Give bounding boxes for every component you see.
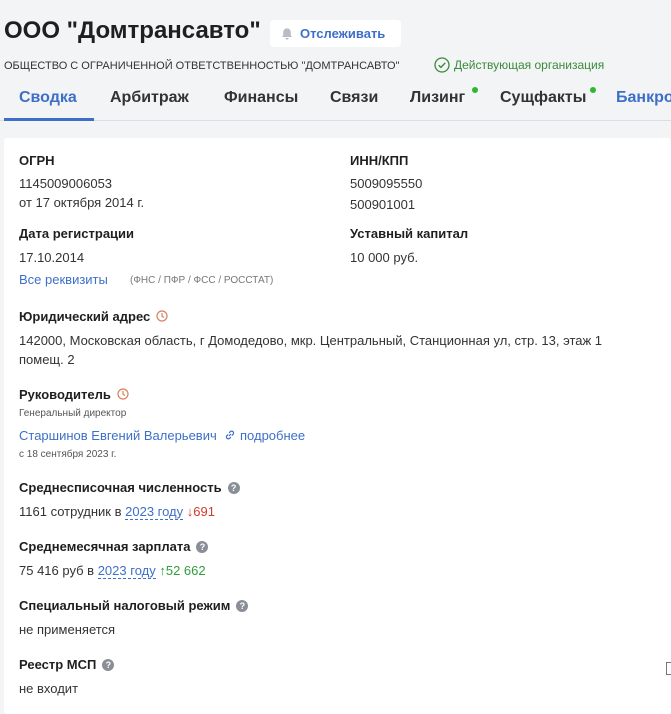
company-name: ООО "Домтрансавто" (4, 17, 261, 44)
tab-bankruptcy[interactable]: Банкро (616, 89, 671, 107)
tab-arbitration[interactable]: Арбитраж (110, 89, 189, 107)
check-circle-icon (434, 57, 450, 73)
capital-value: 10 000 руб. (350, 250, 419, 265)
salary-delta: ↑52 662 (159, 563, 206, 578)
tab-bar: Сводка Арбитраж Финансы Связи Лизинг Сущ… (0, 84, 671, 121)
employees-row: 1161 сотрудник в 2023 году ↓691 (19, 504, 215, 520)
head-row: Старшинов Евгений Валерьевич подробнее (19, 428, 305, 443)
status-badge: Действующая организация (434, 57, 604, 73)
summary-card: ОГРН 1145009006053 от 17 октября 2014 г.… (4, 138, 671, 714)
help-icon[interactable]: ? (102, 659, 115, 671)
msp-registry-value: не входит (19, 681, 79, 696)
msp-registry-label: Реестр МСП? (19, 657, 115, 672)
tab-summary[interactable]: Сводка (19, 89, 77, 107)
registration-date-value: 17.10.2014 (19, 250, 85, 265)
registration-date-label: Дата регистрации (19, 226, 135, 241)
ogrn-date: от 17 октября 2014 г. (19, 195, 145, 210)
legal-address-label-text: Юридический адрес (19, 309, 151, 324)
details-sources: (ФНС / ПФР / ФСС / РОССТАТ) (130, 275, 274, 286)
bell-icon (282, 27, 292, 40)
all-details-link[interactable]: Все реквизиты (19, 272, 108, 287)
kpp-value: 500901001 (350, 197, 416, 212)
leasing-new-indicator (472, 87, 478, 93)
tax-regime-label: Специальный налоговый режим? (19, 598, 249, 613)
clock-icon[interactable] (117, 388, 129, 400)
material-facts-new-indicator (590, 87, 596, 93)
capital-label: Уставный капитал (350, 226, 469, 241)
tab-leasing[interactable]: Лизинг (410, 89, 465, 107)
help-icon[interactable]: ? (227, 482, 240, 494)
inn-value: 5009095550 (350, 176, 423, 191)
salary-row: 75 416 руб в 2023 году ↑52 662 (19, 563, 206, 579)
employees-label-text: Среднесписочная численность (19, 480, 222, 495)
help-icon[interactable]: ? (196, 541, 209, 553)
inn-kpp-label: ИНН/КПП (350, 153, 409, 168)
head-position: Генеральный директор (19, 408, 127, 419)
head-since: с 18 сентября 2023 г. (19, 449, 117, 460)
employees-text: 1161 сотрудник в (19, 504, 122, 519)
salary-label: Среднемесячная зарплата? (19, 539, 209, 554)
tab-material-facts[interactable]: Сущфакты (500, 89, 586, 107)
ogrn-label: ОГРН (19, 153, 55, 168)
employees-year-link[interactable]: 2023 году (125, 504, 184, 520)
legal-address-label: Юридический адрес (19, 309, 168, 324)
tab-finance[interactable]: Финансы (224, 89, 298, 107)
salary-text: 75 416 руб в (19, 563, 95, 578)
legal-address-line2: помещ. 2 (19, 352, 75, 367)
head-label: Руководитель (19, 387, 129, 402)
status-text: Действующая организация (454, 58, 605, 72)
company-header: ООО "Домтрансавто" Отслеживать ОБЩЕСТВО … (0, 0, 671, 121)
employees-delta: ↓691 (186, 504, 215, 519)
active-tab-underline (4, 118, 94, 121)
employees-label: Среднесписочная численность? (19, 480, 240, 495)
tax-regime-value: не применяется (19, 622, 116, 637)
ogrn-value: 1145009006053 (19, 176, 113, 191)
follow-button[interactable]: Отслеживать (270, 20, 401, 47)
msp-registry-label-text: Реестр МСП (19, 657, 97, 672)
head-label-text: Руководитель (19, 387, 111, 402)
tab-connections[interactable]: Связи (330, 89, 378, 107)
clock-icon[interactable] (156, 310, 168, 322)
feedback-icon[interactable] (666, 662, 671, 676)
link-icon (226, 430, 235, 440)
company-full-name: ОБЩЕСТВО С ОГРАНИЧЕННОЙ ОТВЕТСТВЕННОСТЬЮ… (4, 60, 400, 72)
salary-label-text: Среднемесячная зарплата (19, 539, 191, 554)
follow-label: Отслеживать (300, 26, 386, 41)
head-more-link[interactable]: подробнее (240, 428, 305, 443)
head-name-link[interactable]: Старшинов Евгений Валерьевич (19, 428, 217, 443)
tax-regime-label-text: Специальный налоговый режим (19, 598, 231, 613)
salary-year-link[interactable]: 2023 году (97, 563, 156, 579)
help-icon[interactable]: ? (236, 600, 249, 612)
legal-address-line1: 142000, Московская область, г Домодедово… (19, 333, 603, 348)
